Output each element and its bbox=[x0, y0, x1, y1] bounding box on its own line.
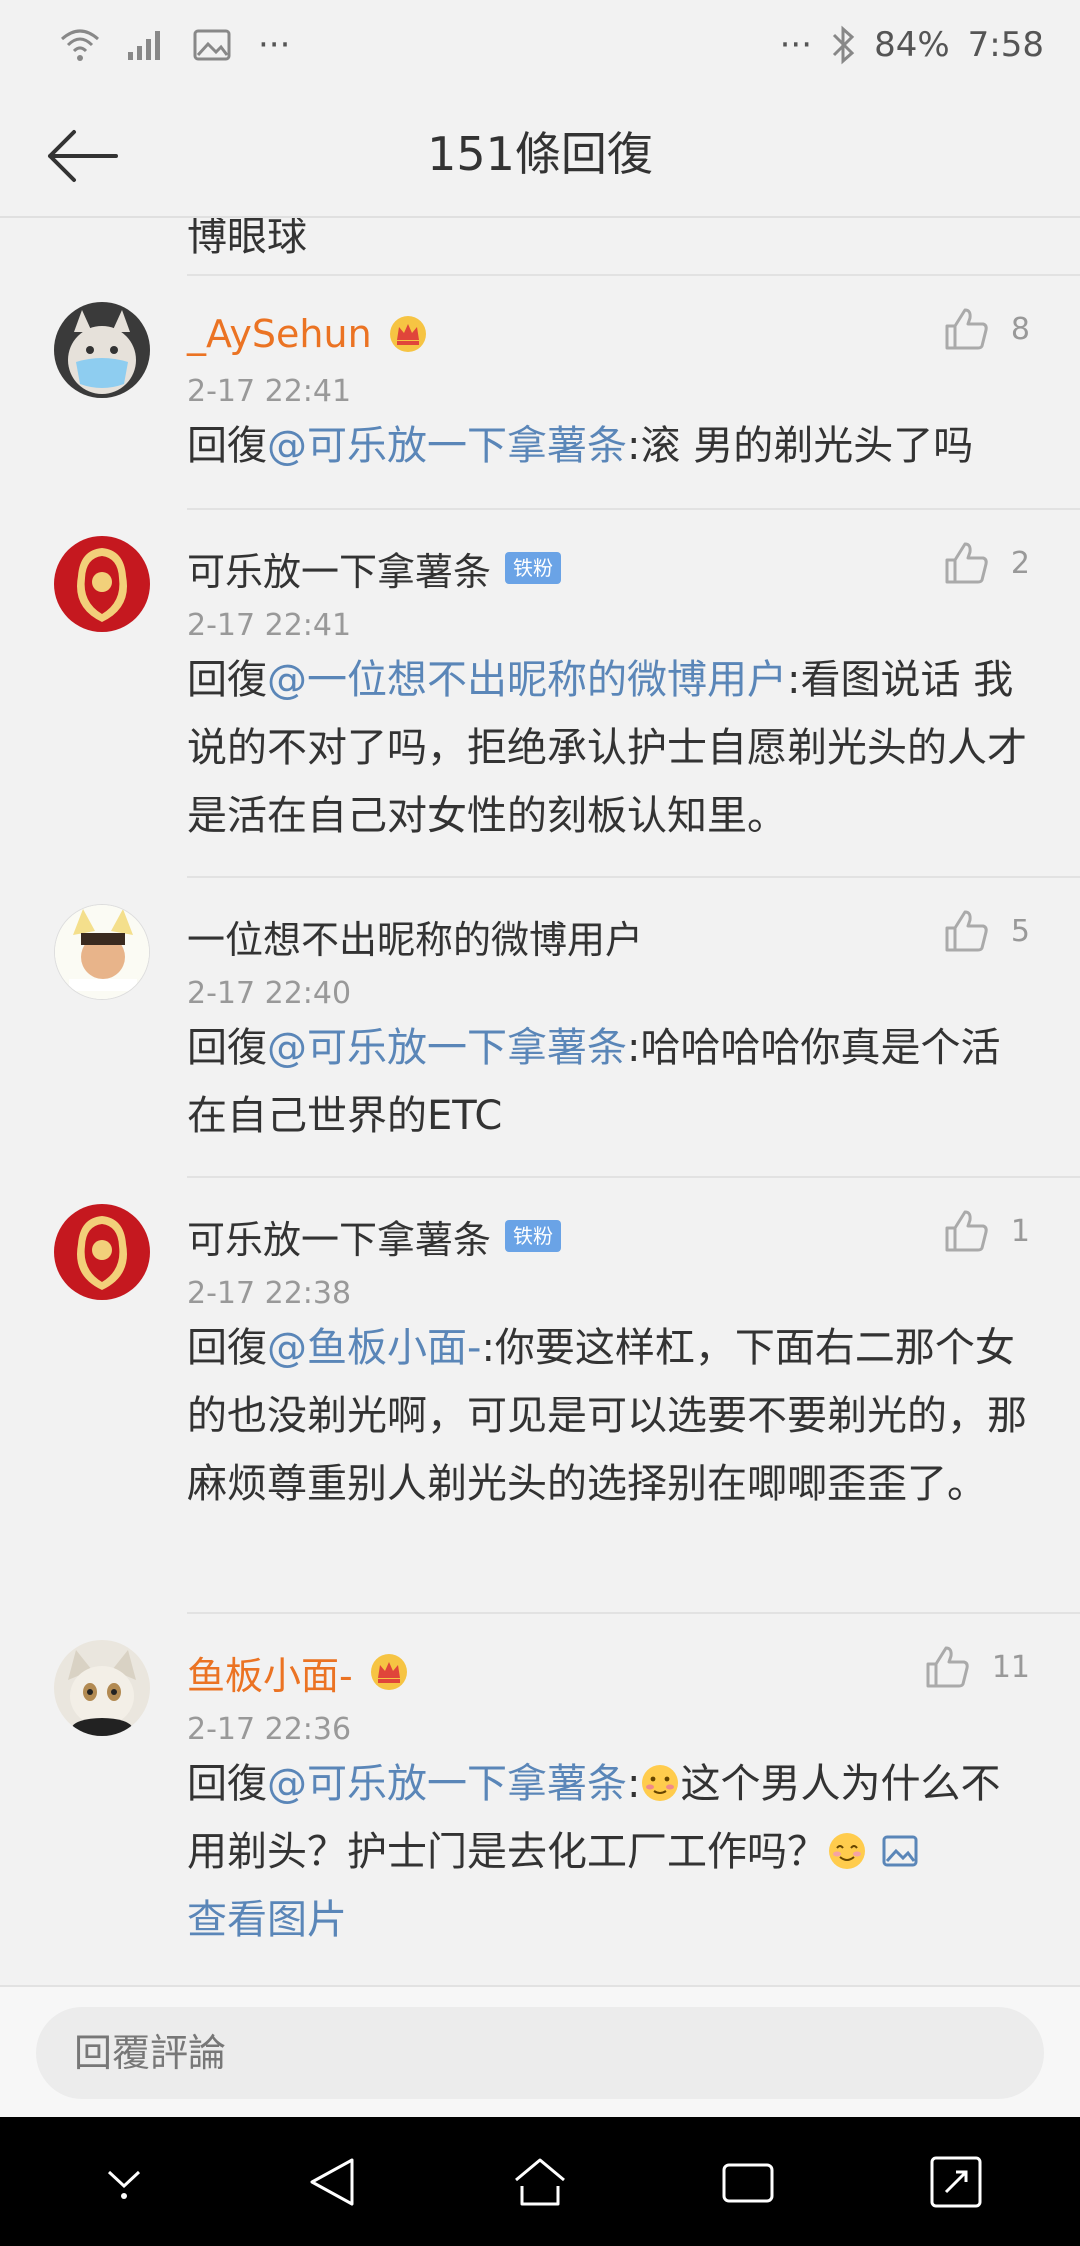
bluetooth-icon bbox=[833, 25, 855, 65]
comment-time: 2-17 22:40 bbox=[187, 976, 352, 1011]
username[interactable]: 一位想不出昵称的微博用户 bbox=[187, 909, 643, 964]
username[interactable]: 可乐放一下拿薯条 bbox=[187, 541, 491, 596]
comment-body: 回復@鱼板小面-:你要这样杠，下面右二那个女的也没剃光啊，可见是可以选要不要剃光… bbox=[187, 1314, 1037, 1518]
reply-prefix: 回復 bbox=[187, 1761, 267, 1807]
comment-item: 可乐放一下拿薯条 铁粉 2-17 22:38 1 回復@鱼板小面-:你要这样杠，… bbox=[0, 1176, 1080, 1612]
comment-text: :滚 男的剃光头了吗 bbox=[627, 423, 974, 469]
comment-text: : bbox=[627, 1761, 641, 1807]
battery-level: 84% bbox=[874, 25, 950, 65]
nav-bar: 151條回復 bbox=[0, 90, 1080, 218]
comment-time: 2-17 22:41 bbox=[187, 374, 352, 409]
comment-body: 回復@可乐放一下拿薯条:滚 男的剃光头了吗 bbox=[187, 412, 1037, 480]
like-count: 8 bbox=[1010, 311, 1030, 347]
signal-icon bbox=[128, 31, 160, 60]
more-left: ··· bbox=[258, 25, 291, 65]
comment-item: 一位想不出昵称的微博用户 2-17 22:40 5 回復@可乐放一下拿薯条:哈哈… bbox=[0, 876, 1080, 1176]
partial-comment-text: 博眼球 bbox=[187, 218, 307, 260]
view-image-link[interactable]: 查看图片 bbox=[187, 1897, 347, 1943]
picture-icon[interactable] bbox=[880, 1831, 920, 1871]
mention-link[interactable]: @可乐放一下拿薯条 bbox=[267, 1761, 627, 1807]
thumbs-up-icon bbox=[945, 910, 988, 952]
screen-expand-button[interactable] bbox=[916, 2142, 996, 2222]
avatar[interactable] bbox=[54, 1204, 150, 1300]
like-button[interactable]: 8 bbox=[943, 306, 1030, 352]
image-notification-icon bbox=[193, 29, 231, 61]
clock: 7:58 bbox=[967, 25, 1044, 65]
like-count: 5 bbox=[1010, 913, 1030, 949]
home-nav-button[interactable] bbox=[500, 2142, 580, 2222]
like-button[interactable]: 5 bbox=[943, 908, 1030, 954]
comment-time: 2-17 22:36 bbox=[187, 1712, 352, 1747]
back-button[interactable] bbox=[40, 114, 124, 198]
recents-icon bbox=[722, 2163, 774, 2202]
thumbs-up-icon bbox=[945, 308, 988, 350]
reply-prefix: 回復 bbox=[187, 1025, 267, 1071]
vip-crown-icon bbox=[389, 316, 426, 352]
comment-time: 2-17 22:38 bbox=[187, 1276, 352, 1311]
like-button[interactable]: 1 bbox=[943, 1208, 1030, 1254]
vip-crown-icon bbox=[370, 1654, 407, 1690]
smile-emoji-icon bbox=[829, 1833, 865, 1869]
avatar[interactable] bbox=[54, 302, 150, 398]
username[interactable]: 可乐放一下拿薯条 bbox=[187, 1209, 491, 1264]
fan-badge: 铁粉 bbox=[505, 552, 562, 584]
system-nav-bar bbox=[0, 2117, 1080, 2246]
like-button[interactable]: 2 bbox=[943, 540, 1030, 586]
thumbs-up-icon bbox=[926, 1646, 969, 1688]
mention-link[interactable]: @可乐放一下拿薯条 bbox=[267, 1025, 627, 1071]
wifi-icon bbox=[61, 29, 99, 61]
recents-nav-button[interactable] bbox=[708, 2142, 788, 2222]
comment-item: 可乐放一下拿薯条 铁粉 2-17 22:41 2 回復@一位想不出昵称的微博用户… bbox=[0, 508, 1080, 876]
page-title: 151條回復 bbox=[427, 127, 653, 181]
comment-body: 回復@一位想不出昵称的微博用户:看图说话 我说的不对了吗，拒绝承认护士自愿剃光头… bbox=[187, 646, 1037, 850]
like-button[interactable]: 11 bbox=[924, 1644, 1030, 1690]
like-count: 1 bbox=[1010, 1213, 1030, 1249]
comment-item: 鱼板小面- 2-17 22:36 11 回復@可乐放一下拿薯条: 这个男人为什么不… bbox=[0, 1612, 1080, 1985]
comment-body: 回復@可乐放一下拿薯条: 这个男人为什么不用剃头？护士门是去化工厂工作吗？ 查看图… bbox=[187, 1750, 1017, 1954]
comment-list: 博眼球 _AySehun 2-17 22:41 8 回復@可乐放一下拿薯条:滚 … bbox=[0, 218, 1080, 1985]
like-count: 11 bbox=[991, 1649, 1030, 1685]
username[interactable]: _AySehun bbox=[187, 312, 372, 356]
reply-bar: 回覆評論 bbox=[0, 1985, 1080, 2117]
thumbs-up-icon bbox=[945, 1210, 988, 1252]
back-triangle-icon bbox=[310, 2158, 354, 2205]
comment-body: 回復@可乐放一下拿薯条:哈哈哈哈你真是个活在自己世界的ETC bbox=[187, 1014, 1007, 1150]
shy-emoji-icon bbox=[642, 1765, 679, 1801]
back-nav-button[interactable] bbox=[292, 2142, 372, 2222]
mention-link[interactable]: @一位想不出昵称的微博用户 bbox=[267, 657, 787, 703]
avatar[interactable] bbox=[54, 904, 150, 1000]
chevron-down-icon bbox=[107, 2170, 141, 2199]
avatar[interactable] bbox=[54, 536, 150, 632]
comment-time: 2-17 22:41 bbox=[187, 608, 352, 643]
avatar[interactable] bbox=[54, 1640, 150, 1736]
reply-input[interactable]: 回覆評論 bbox=[36, 2007, 1044, 2099]
fan-badge: 铁粉 bbox=[505, 1220, 562, 1252]
home-icon bbox=[515, 2158, 565, 2205]
mention-link[interactable]: @鱼板小面- bbox=[267, 1325, 481, 1371]
reply-prefix: 回復 bbox=[187, 1325, 267, 1371]
username[interactable]: 鱼板小面- bbox=[187, 1645, 353, 1700]
more-right: ··· bbox=[779, 25, 813, 65]
reply-prefix: 回復 bbox=[187, 423, 267, 469]
hide-nav-button[interactable] bbox=[84, 2142, 164, 2222]
like-count: 2 bbox=[1010, 545, 1030, 581]
thumbs-up-icon bbox=[945, 542, 988, 584]
expand-icon bbox=[930, 2156, 982, 2207]
reply-prefix: 回復 bbox=[187, 657, 267, 703]
arrow-left-icon bbox=[48, 130, 118, 182]
status-bar: ··· ··· 84% 7:58 bbox=[0, 0, 1080, 90]
comment-item: _AySehun 2-17 22:41 8 回復@可乐放一下拿薯条:滚 男的剃光… bbox=[0, 274, 1080, 508]
mention-link[interactable]: @可乐放一下拿薯条 bbox=[267, 423, 627, 469]
